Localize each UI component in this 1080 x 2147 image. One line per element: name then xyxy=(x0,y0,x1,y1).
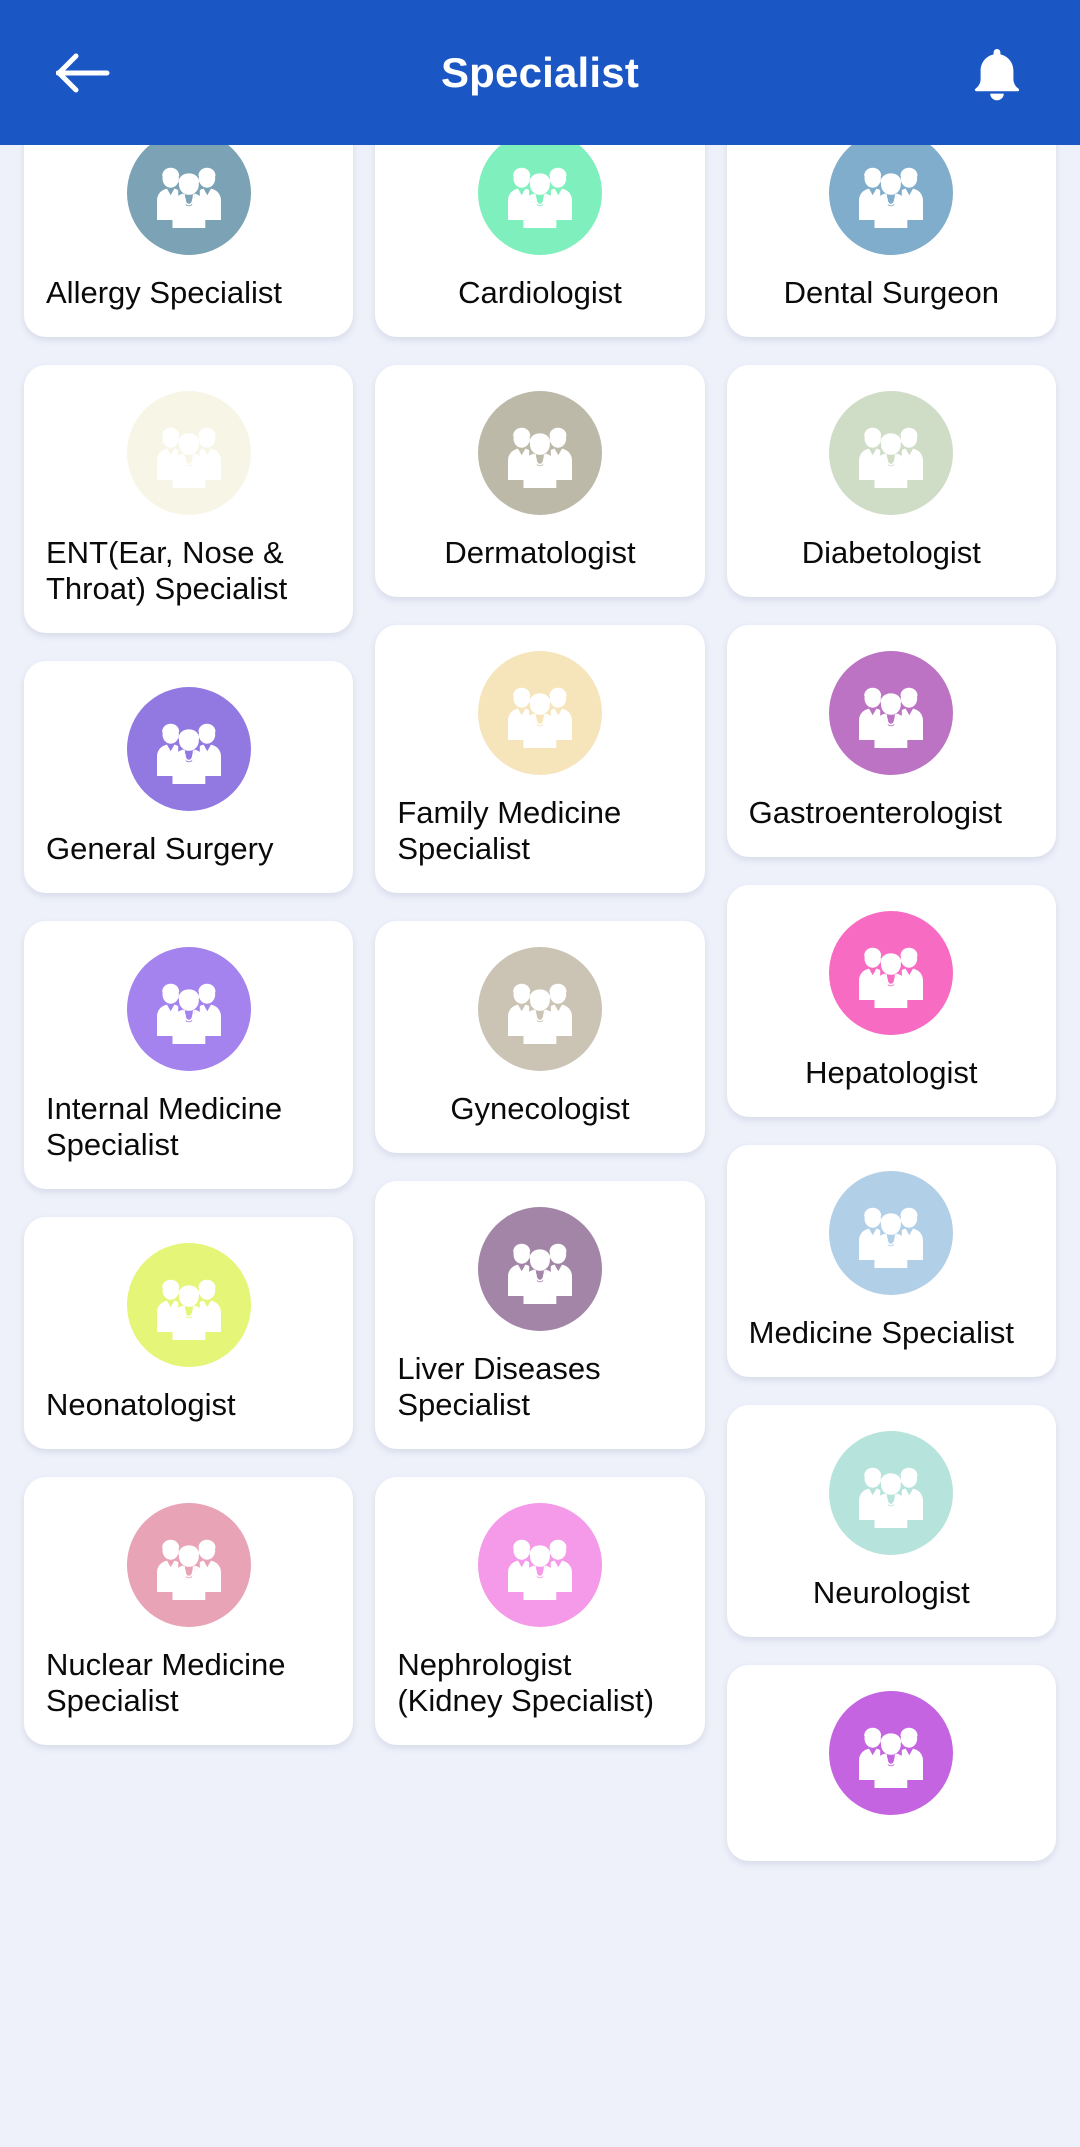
specialist-label: Dermatologist xyxy=(444,534,636,570)
bell-icon xyxy=(972,45,1022,101)
specialist-card[interactable]: Hepatologist xyxy=(726,884,1056,1117)
specialist-card[interactable]: Diabetologist xyxy=(726,364,1056,597)
specialist-label: Allergy Specialist xyxy=(46,275,283,310)
grid-column-1: Allergy Specialist ENT(Ear, Nose & Throat… xyxy=(24,145,354,1745)
specialist-label: Medicine Specialist xyxy=(748,1314,1015,1350)
specialist-card[interactable]: Internal Medicine Specialist xyxy=(24,920,354,1189)
specialist-label: Liver Diseases Specialist xyxy=(397,1350,601,1422)
specialist-card[interactable]: Cardiologist xyxy=(375,145,705,337)
doctors-group-icon xyxy=(477,1502,602,1627)
doctors-group-icon xyxy=(126,1502,251,1627)
doctors-group-icon xyxy=(126,946,251,1071)
doctors-group-icon xyxy=(477,390,602,515)
doctors-group-icon xyxy=(126,390,251,515)
specialist-label: Cardiologist xyxy=(458,275,622,310)
specialist-card[interactable]: Gastroenterologist xyxy=(726,624,1056,857)
specialist-card[interactable]: Neonatologist xyxy=(24,1216,354,1449)
doctors-group-icon xyxy=(126,1242,251,1367)
specialist-card[interactable]: Allergy Specialist xyxy=(24,145,354,337)
specialist-label: Family Medicine Specialist xyxy=(397,794,622,866)
doctors-group-icon xyxy=(829,1430,954,1555)
specialist-card[interactable]: Gynecologist xyxy=(375,920,705,1153)
arrow-left-icon xyxy=(56,53,110,93)
specialist-card[interactable]: Nephrologist (Kidney Specialist) xyxy=(375,1476,705,1745)
specialist-label: Hepatologist xyxy=(805,1054,978,1090)
back-button[interactable] xyxy=(46,36,120,110)
doctors-group-icon xyxy=(477,650,602,775)
specialist-card[interactable]: ENT(Ear, Nose & Throat) Specialist xyxy=(24,364,354,633)
specialist-label: Nephrologist (Kidney Specialist) xyxy=(397,1646,655,1718)
specialist-card[interactable]: General Surgery xyxy=(24,660,354,893)
app-bar: Specialist xyxy=(0,0,1080,145)
doctors-group-icon xyxy=(126,145,251,255)
specialist-label: ENT(Ear, Nose & Throat) Specialist xyxy=(46,534,288,606)
specialist-card[interactable] xyxy=(726,1664,1056,1861)
doctors-group-icon xyxy=(829,390,954,515)
specialist-label: Gastroenterologist xyxy=(748,794,1002,830)
page-title: Specialist xyxy=(440,48,640,96)
specialist-grid: Allergy Specialist ENT(Ear, Nose & Throat… xyxy=(0,145,1080,2147)
doctors-group-icon xyxy=(829,145,954,255)
specialist-label: Internal Medicine Specialist xyxy=(46,1090,283,1162)
specialist-label: General Surgery xyxy=(46,830,274,866)
specialist-card[interactable]: Medicine Specialist xyxy=(726,1144,1056,1377)
specialist-label: Diabetologist xyxy=(801,534,981,570)
doctors-group-icon xyxy=(477,1206,602,1331)
specialist-card[interactable]: Family Medicine Specialist xyxy=(375,624,705,893)
specialist-card[interactable]: Dermatologist xyxy=(375,364,705,597)
specialist-label: Nuclear Medicine Specialist xyxy=(46,1646,286,1718)
specialist-card[interactable]: Dental Surgeon xyxy=(726,145,1056,337)
doctors-group-icon xyxy=(829,1170,954,1295)
doctors-group-icon xyxy=(477,946,602,1071)
specialist-label: Neurologist xyxy=(812,1574,970,1610)
specialist-label: Dental Surgeon xyxy=(783,275,1000,310)
specialist-card[interactable]: Neurologist xyxy=(726,1404,1056,1637)
grid-column-2: Cardiologist Dermatologist Family Medicine… xyxy=(375,145,705,1745)
doctors-group-icon xyxy=(829,910,954,1035)
doctors-group-icon xyxy=(477,145,602,255)
notification-button[interactable] xyxy=(960,36,1034,110)
grid-column-3: Dental Surgeon Diabetologist Gastroenterol… xyxy=(726,145,1056,1861)
specialist-card[interactable]: Liver Diseases Specialist xyxy=(375,1180,705,1449)
specialist-label: Gynecologist xyxy=(450,1090,630,1126)
doctors-group-icon xyxy=(126,686,251,811)
specialist-card[interactable]: Nuclear Medicine Specialist xyxy=(24,1476,354,1745)
doctors-group-icon xyxy=(829,650,954,775)
doctors-group-icon xyxy=(829,1690,954,1815)
specialist-label: Neonatologist xyxy=(46,1386,236,1422)
